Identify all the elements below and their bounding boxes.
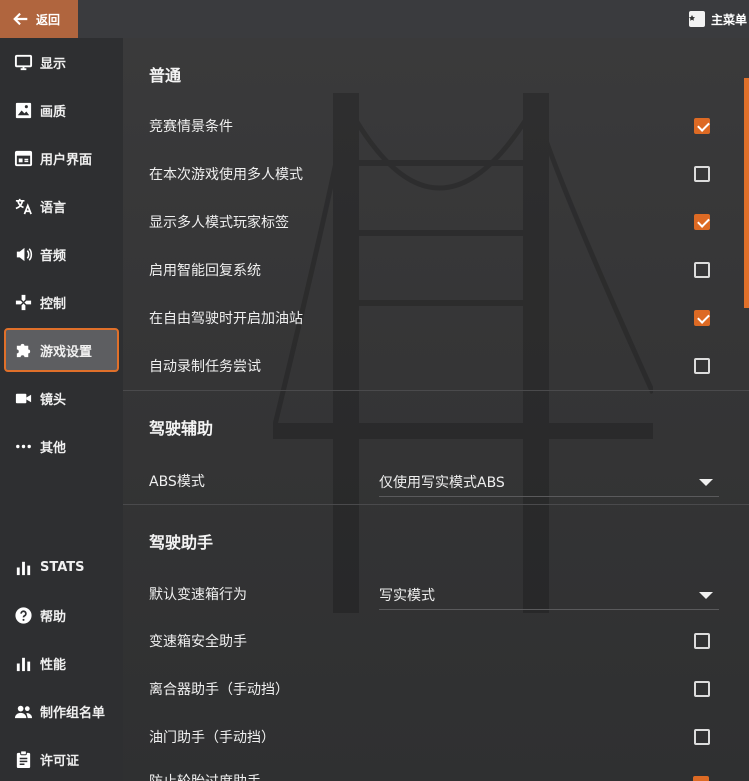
- setting-row-gearbox-safety[interactable]: 变速箱安全助手: [149, 626, 714, 656]
- sidebar-item-label: 许可证: [40, 753, 80, 769]
- scrollbar-thumb[interactable]: [744, 78, 749, 308]
- monitor-icon: [14, 54, 33, 70]
- back-label: 返回: [36, 12, 61, 27]
- translate-icon: [15, 198, 32, 214]
- more-icon: [16, 444, 31, 448]
- setting-row-auto-record[interactable]: 自动录制任务尝试: [149, 351, 714, 381]
- sidebar-item-game-settings[interactable]: 游戏设置: [4, 328, 119, 372]
- sidebar-item-stats[interactable]: STATS: [0, 547, 123, 587]
- race-conditions-checkbox[interactable]: [694, 118, 710, 134]
- sidebar-item-ui[interactable]: 用户界面: [0, 138, 123, 178]
- sidebar-item-graphics[interactable]: 画质: [0, 90, 123, 130]
- sidebar-item-credits[interactable]: 制作组名单: [0, 691, 123, 731]
- sidebar-item-label: 显示: [40, 56, 67, 72]
- setting-row-smart-reply[interactable]: 启用智能回复系统: [149, 255, 714, 285]
- puzzle-icon: [16, 343, 31, 357]
- setting-label: 油门助手（手动挡）: [149, 730, 275, 746]
- player-tags-checkbox[interactable]: [694, 214, 710, 230]
- settings-panel: 普通 竞赛情景条件 在本次游戏使用多人模式 显示多人模式玩家标签 启用智能回复系…: [123, 38, 749, 781]
- clutch-assist-checkbox[interactable]: [694, 681, 710, 697]
- license-icon: [16, 749, 31, 768]
- arrow-left-icon: [13, 12, 28, 26]
- section-title-driving-assist: 驾驶助手: [149, 533, 214, 552]
- gearbox-safety-checkbox[interactable]: [694, 633, 710, 649]
- setting-label: ABS模式: [149, 474, 205, 490]
- sidebar-item-label: 用户界面: [40, 152, 93, 168]
- partial-checkbox[interactable]: [693, 776, 709, 781]
- section-divider: [123, 390, 749, 391]
- throttle-assist-checkbox[interactable]: [694, 729, 710, 745]
- section-title-driving-aids: 驾驶辅助: [149, 419, 214, 438]
- setting-row-abs: ABS模式: [149, 466, 269, 496]
- sidebar-item-display[interactable]: 显示: [0, 42, 123, 82]
- setting-label: 变速箱安全助手: [149, 634, 247, 650]
- sidebar-item-license[interactable]: 许可证: [0, 739, 123, 779]
- sidebar-item-help[interactable]: 帮助: [0, 595, 123, 635]
- setting-row-throttle-assist[interactable]: 油门助手（手动挡）: [149, 722, 714, 752]
- abs-mode-dropdown[interactable]: 仅使用写实模式ABS: [379, 468, 719, 497]
- people-icon: [14, 705, 33, 718]
- main-menu-label: 主菜单: [711, 12, 748, 27]
- sidebar-item-other[interactable]: 其他: [0, 426, 123, 466]
- section-divider: [123, 504, 749, 505]
- back-button[interactable]: 返回: [0, 0, 78, 38]
- setting-row-gearbox: 默认变速箱行为: [149, 579, 349, 609]
- gamepad-icon: [15, 294, 32, 310]
- auto-record-checkbox[interactable]: [694, 358, 710, 374]
- gearbox-dropdown[interactable]: 写实模式: [379, 581, 719, 610]
- sidebar-item-label: 性能: [40, 657, 67, 673]
- setting-row-gas-stations[interactable]: 在自由驾驶时开启加油站: [149, 303, 714, 333]
- setting-row-multiplayer-mode[interactable]: 在本次游戏使用多人模式: [149, 159, 714, 189]
- chevron-down-icon: [699, 478, 713, 486]
- setting-label: 竞赛情景条件: [149, 119, 233, 135]
- setting-label: 显示多人模式玩家标签: [149, 215, 289, 231]
- setting-row-race-conditions[interactable]: 竞赛情景条件: [149, 111, 714, 141]
- sidebar-item-label: 画质: [40, 104, 67, 120]
- sidebar-item-label: 帮助: [40, 609, 67, 625]
- help-icon: [15, 606, 32, 624]
- bar-chart-icon: [16, 561, 31, 575]
- bar-chart-icon: [16, 657, 31, 671]
- setting-label: 在自由驾驶时开启加油站: [149, 311, 303, 327]
- setting-label: 在本次游戏使用多人模式: [149, 167, 303, 183]
- smart-reply-checkbox[interactable]: [694, 262, 710, 278]
- main-menu-icon: [689, 11, 705, 27]
- setting-row-clutch-assist[interactable]: 离合器助手（手动挡）: [149, 674, 714, 704]
- sidebar-item-label: 游戏设置: [40, 344, 93, 360]
- speaker-icon: [16, 247, 33, 261]
- section-title-general: 普通: [149, 66, 182, 85]
- setting-label: 启用智能回复系统: [149, 263, 261, 279]
- sidebar-item-camera[interactable]: 镜头: [0, 378, 123, 418]
- setting-label: 默认变速箱行为: [149, 587, 247, 603]
- sidebar-item-label: 控制: [40, 296, 67, 312]
- sidebar-item-label: STATS: [40, 559, 85, 575]
- sidebar-item-label: 镜头: [40, 392, 67, 408]
- sidebar-item-audio[interactable]: 音频: [0, 234, 123, 274]
- setting-label: 自动录制任务尝试: [149, 359, 261, 375]
- sidebar: 显示 画质 用户界面 语言 音频 控制 游戏设置 镜头 其他 STATS 帮助: [0, 38, 123, 781]
- chevron-down-icon: [699, 591, 713, 599]
- main-menu-button[interactable]: 主菜单: [689, 0, 749, 38]
- sidebar-item-language[interactable]: 语言: [0, 186, 123, 226]
- sidebar-item-performance[interactable]: 性能: [0, 643, 123, 683]
- sidebar-item-label: 音频: [40, 248, 67, 264]
- image-icon: [15, 102, 32, 118]
- ui-window-icon: [14, 150, 33, 166]
- sidebar-item-label: 其他: [40, 440, 67, 456]
- setting-label-partial: 防止轮胎过度助手: [149, 771, 261, 781]
- gearbox-value: 写实模式: [379, 588, 435, 604]
- setting-label: 离合器助手（手动挡）: [149, 682, 289, 698]
- setting-row-player-tags[interactable]: 显示多人模式玩家标签: [149, 207, 714, 237]
- abs-mode-value: 仅使用写实模式ABS: [379, 475, 505, 491]
- sidebar-item-label: 语言: [40, 200, 67, 216]
- top-bar: 返回 主菜单: [0, 0, 749, 38]
- camera-icon: [15, 393, 32, 403]
- sidebar-item-controls[interactable]: 控制: [0, 282, 123, 322]
- gas-stations-checkbox[interactable]: [694, 310, 710, 326]
- multiplayer-mode-checkbox[interactable]: [694, 166, 710, 182]
- sidebar-item-label: 制作组名单: [40, 705, 106, 721]
